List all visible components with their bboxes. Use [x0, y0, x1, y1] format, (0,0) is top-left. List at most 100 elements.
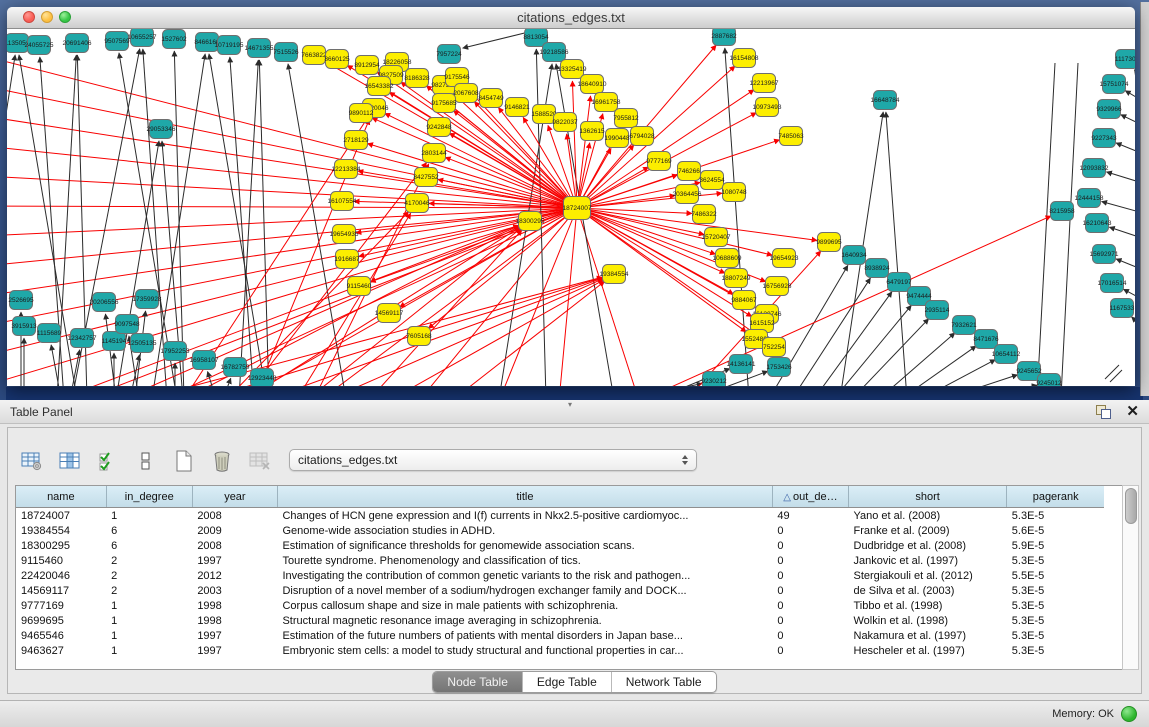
graph-node[interactable]: 12213384 — [332, 160, 361, 179]
table-row[interactable]: 1456911722003Disruption of a novel membe… — [16, 583, 1104, 598]
graph-node[interactable]: 1916687 — [334, 250, 360, 269]
table-vertical-scrollbar[interactable] — [1122, 485, 1139, 670]
graph-node[interactable]: 9175685 — [431, 94, 457, 113]
show-columns-icon[interactable] — [58, 449, 82, 473]
graph-node[interactable]: 1117303 — [1115, 50, 1135, 69]
graph-node[interactable]: 2887682 — [711, 29, 737, 46]
graph-node[interactable]: 9777169 — [646, 152, 672, 171]
graph-node[interactable]: 15751074 — [1100, 75, 1129, 94]
graph-node[interactable]: 16648784 — [871, 91, 900, 110]
graph-node[interactable]: 10973493 — [753, 98, 782, 117]
graph-node[interactable]: 17359928 — [133, 290, 162, 309]
graph-node[interactable]: 7663822 — [301, 46, 327, 65]
graph-node[interactable]: 746266 — [678, 162, 701, 181]
graph-node[interactable]: 14671355 — [245, 39, 274, 58]
column-header-out_degree[interactable]: △out_de… — [772, 486, 848, 508]
graph-node[interactable]: 17016514 — [1098, 274, 1127, 293]
graph-node[interactable]: 8471676 — [973, 330, 999, 349]
graph-node[interactable]: 7515526 — [273, 43, 299, 62]
graph-node[interactable]: 7605168 — [406, 327, 432, 346]
graph-node[interactable]: 1990448 — [604, 129, 630, 148]
graph-node[interactable]: 7955812 — [613, 109, 639, 128]
graph-node[interactable]: 1167533 — [1110, 299, 1135, 318]
graph-node[interactable]: 8938924 — [864, 259, 890, 278]
graph-node[interactable]: 19654935 — [330, 225, 359, 244]
tab-edge-table[interactable]: Edge Table — [523, 672, 612, 692]
graph-node[interactable]: 8186328 — [404, 69, 430, 88]
graph-node[interactable]: 18300295 — [516, 212, 545, 231]
scrollbar-thumb[interactable] — [1125, 488, 1137, 524]
table-row[interactable]: 2242004622012Investigating the contribut… — [16, 568, 1104, 583]
graph-node[interactable]: 9507569 — [104, 32, 130, 51]
graph-node[interactable]: 9329966 — [1096, 100, 1122, 119]
table-settings-icon[interactable] — [20, 449, 44, 473]
graph-node[interactable]: 9227343 — [1091, 129, 1117, 148]
graph-node[interactable]: 7486322 — [691, 205, 717, 224]
graph-node[interactable]: 15692971 — [1090, 245, 1119, 264]
graph-node[interactable]: 1362615 — [579, 122, 605, 141]
graph-node[interactable]: 752254 — [763, 338, 786, 357]
graph-node[interactable]: 10654112 — [992, 345, 1021, 364]
table-selector-dropdown[interactable]: citations_edges.txt — [289, 449, 697, 471]
table-row[interactable]: 911546021997Tourette syndrome. Phenomeno… — [16, 553, 1104, 568]
column-header-name[interactable]: name — [16, 486, 106, 508]
graph-node[interactable]: 10719195 — [215, 36, 244, 55]
graph-node[interactable]: 9884067 — [731, 291, 757, 310]
minimize-window-icon[interactable] — [41, 11, 53, 23]
graph-node[interactable]: 2526695 — [8, 291, 34, 310]
graph-node[interactable]: 9230212 — [701, 372, 727, 387]
table-row[interactable]: 969969511998Structural magnetic resonanc… — [16, 613, 1104, 628]
network-window-titlebar[interactable]: citations_edges.txt — [7, 7, 1135, 29]
close-window-icon[interactable] — [23, 11, 35, 23]
graph-node[interactable]: 16782759 — [221, 358, 250, 377]
delete-table-icon[interactable] — [210, 449, 234, 473]
graph-node[interactable]: 1145194 — [102, 332, 127, 351]
graph-node[interactable]: 12093832 — [1080, 159, 1109, 178]
graph-node[interactable]: 9822037 — [552, 113, 578, 132]
graph-node[interactable]: 2803144 — [421, 144, 447, 163]
column-header-short[interactable]: short — [849, 486, 1007, 508]
graph-node[interactable]: 8660125 — [324, 50, 350, 69]
graph-node[interactable]: 10655257 — [128, 29, 157, 47]
graph-node[interactable]: 6794028 — [629, 127, 655, 146]
graph-node-hub[interactable]: 18724007 — [563, 197, 592, 220]
graph-node[interactable]: 3915913 — [11, 317, 37, 336]
graph-node[interactable]: 10688609 — [713, 249, 742, 268]
graph-node[interactable]: 1640934 — [841, 246, 867, 265]
graph-node[interactable]: 9245012 — [1036, 374, 1062, 387]
graph-node[interactable]: 29053346 — [147, 120, 176, 139]
graph-node[interactable]: 18807249 — [722, 269, 751, 288]
graph-node[interactable]: 16154808 — [730, 49, 759, 68]
graph-node[interactable]: 14569117 — [375, 304, 404, 323]
table-row[interactable]: 946554611997Estimation of the future num… — [16, 628, 1104, 643]
graph-node[interactable]: 16210643 — [1083, 214, 1112, 233]
graph-node[interactable]: 15720407 — [702, 228, 731, 247]
graph-node[interactable]: 19654923 — [770, 249, 799, 268]
new-table-icon[interactable] — [172, 449, 196, 473]
graph-node[interactable]: 9097548 — [114, 315, 140, 334]
table-row[interactable]: 1938455462009Genome-wide association stu… — [16, 523, 1104, 538]
graph-node[interactable]: 18640910 — [578, 75, 607, 94]
graph-node[interactable]: 20364456 — [673, 185, 702, 204]
table-row[interactable]: 977716911998Corpus callosum shape and si… — [16, 598, 1104, 613]
graph-node[interactable]: 8912954 — [354, 56, 380, 75]
graph-node[interactable]: 12342757 — [68, 329, 97, 348]
graph-node[interactable]: 19218586 — [540, 43, 569, 62]
graph-node[interactable]: 20691406 — [63, 34, 92, 53]
graph-node[interactable]: 7485063 — [778, 127, 804, 146]
column-header-title[interactable]: title — [277, 486, 772, 508]
graph-node[interactable]: 9146821 — [504, 98, 530, 117]
graph-node[interactable]: 3624554 — [699, 171, 725, 190]
graph-node[interactable]: 14136141 — [727, 355, 756, 374]
float-window-icon[interactable] — [1096, 405, 1110, 418]
graph-node[interactable]: 8215958 — [1049, 202, 1075, 221]
graph-node[interactable]: 19384554 — [600, 265, 629, 284]
graph-node[interactable]: 1527602 — [161, 30, 187, 49]
graph-node[interactable]: 2067608 — [453, 84, 479, 103]
graph-node[interactable]: 17952253 — [161, 342, 190, 361]
graph-node[interactable]: 7932621 — [951, 316, 977, 335]
row-height-icon[interactable] — [134, 449, 158, 473]
tab-node-table[interactable]: Node Table — [433, 672, 523, 692]
graph-node[interactable]: 16756928 — [763, 277, 792, 296]
graph-node[interactable]: 8427552 — [413, 168, 439, 187]
